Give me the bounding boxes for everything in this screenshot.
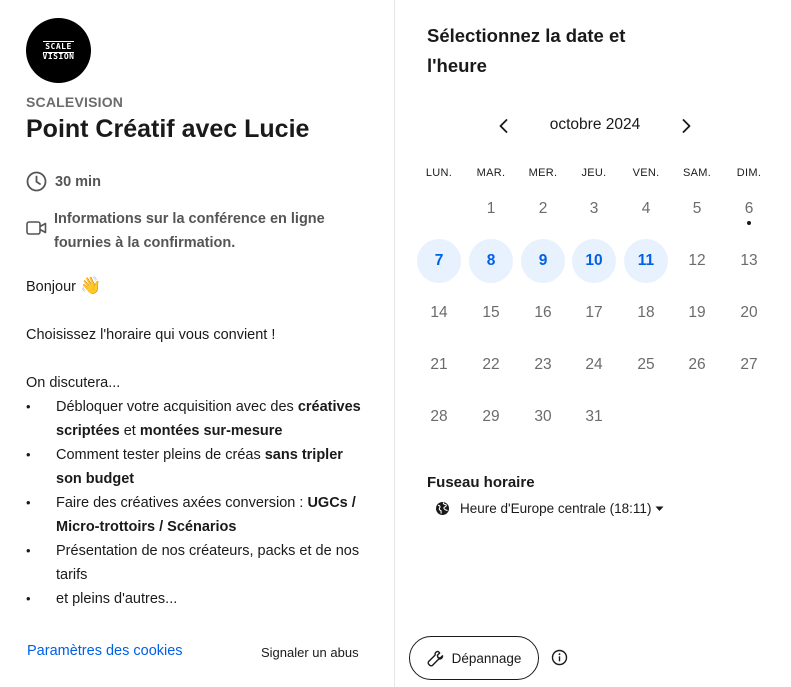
weekday-header: MAR.	[476, 167, 506, 179]
calendar-day-available[interactable]: 8	[469, 239, 513, 283]
event-description: Bonjour 👋 Choisissez l'horaire qui vous …	[26, 274, 371, 611]
calendar-day: 5	[692, 200, 702, 217]
event-details-panel: SCALE VISION SCALEVISION Point Créatif a…	[0, 0, 395, 687]
today-indicator	[747, 221, 751, 225]
calendar-day: 24	[585, 356, 603, 373]
calendar-day: 20	[740, 304, 758, 321]
troubleshoot-label: Dépannage	[451, 650, 522, 666]
list-item: Présentation de nos créateurs, packs et …	[26, 539, 371, 587]
calendar-day: 19	[688, 304, 706, 321]
list-intro-text: On discutera...	[26, 375, 121, 391]
month-label: octobre 2024	[549, 116, 641, 133]
weekday-header: VEN.	[632, 167, 660, 179]
weekday-header: DIM.	[736, 167, 762, 179]
calendar-day: 13	[740, 252, 758, 269]
logo-text-bottom: VISION	[42, 51, 75, 61]
timezone-select[interactable]: Heure d'Europe centrale (18:11)	[435, 501, 664, 516]
logo-text-top: SCALE	[42, 40, 75, 53]
calendar-day: 21	[430, 356, 448, 373]
greeting-line: Bonjour 👋	[26, 274, 371, 299]
calendar-day: 2	[538, 200, 548, 217]
date-picker-panel: Sélectionnez la date et l'heure octobre …	[395, 0, 791, 687]
caret-down-icon	[655, 506, 664, 511]
weekday-header: JEU.	[581, 167, 607, 179]
calendar-day: 15	[482, 304, 500, 321]
list-item: Comment tester pleins de créas sans trip…	[26, 443, 371, 491]
info-icon[interactable]	[551, 649, 568, 666]
topics-list: Débloquer votre acquisition avec des cré…	[26, 395, 371, 611]
video-camera-icon	[26, 221, 47, 235]
clock-icon	[26, 171, 47, 192]
globe-icon	[436, 502, 449, 515]
calendar-day: 27	[740, 356, 758, 373]
month-navigation: octobre 2024	[395, 112, 791, 140]
calendar-day: 18	[637, 304, 655, 321]
calendar-day: 23	[534, 356, 552, 373]
calendar-day: 16	[534, 304, 552, 321]
intro-text: Choisissez l'horaire qui vous convient !	[26, 327, 276, 343]
report-abuse-link[interactable]: Signaler un abus	[261, 645, 359, 660]
weekday-header: LUN.	[425, 167, 453, 179]
list-item: Débloquer votre acquisition avec des cré…	[26, 395, 371, 443]
calendar-day: 12	[688, 252, 706, 269]
calendar-day: 29	[482, 408, 500, 425]
calendar-day: 3	[589, 200, 599, 217]
calendar-day: 22	[482, 356, 500, 373]
duration-text: 30 min	[55, 173, 101, 190]
conference-text: Informations sur la conférence en ligne …	[54, 211, 325, 251]
conference-row: Informations sur la conférence en ligne …	[26, 207, 356, 255]
calendar-day-available[interactable]: 7	[417, 239, 461, 283]
calendar-day-available[interactable]: 9	[521, 239, 565, 283]
company-logo: SCALE VISION	[26, 18, 91, 83]
date-picker-heading: Sélectionnez la date et l'heure	[427, 25, 626, 76]
calendar-day: 31	[585, 408, 603, 425]
chevron-left-icon[interactable]	[493, 115, 515, 137]
calendar-day: 14	[430, 304, 448, 321]
list-item: Faire des créatives axées conversion : U…	[26, 491, 371, 539]
waving-hand-icon: 👋	[80, 276, 102, 295]
list-item: et pleins d'autres...	[26, 587, 371, 611]
calendar-day: 30	[534, 408, 552, 425]
timezone-label: Fuseau horaire	[427, 474, 535, 491]
calendar-day: 25	[637, 356, 655, 373]
calendar-day: 6	[727, 187, 771, 231]
weekday-header: SAM.	[682, 167, 712, 179]
wrench-icon	[427, 650, 443, 666]
weekday-header: MER.	[528, 167, 558, 179]
cookie-settings-link[interactable]: Paramètres des cookies	[27, 643, 183, 659]
calendar-day: 1	[486, 200, 496, 217]
calendar-day: 17	[585, 304, 603, 321]
chevron-right-icon[interactable]	[675, 115, 697, 137]
calendar-day: 28	[430, 408, 448, 425]
calendar-day-available[interactable]: 11	[624, 239, 668, 283]
event-title: Point Créatif avec Lucie	[26, 115, 310, 143]
calendar-day-available[interactable]: 10	[572, 239, 616, 283]
troubleshoot-button[interactable]: Dépannage	[409, 636, 539, 680]
duration-row: 30 min	[26, 171, 101, 192]
greeting-text: Bonjour	[26, 279, 76, 295]
calendar-day: 4	[641, 200, 651, 217]
calendar-day: 26	[688, 356, 706, 373]
timezone-value: Heure d'Europe centrale (18:11)	[460, 501, 652, 516]
company-name: SCALEVISION	[26, 94, 124, 110]
